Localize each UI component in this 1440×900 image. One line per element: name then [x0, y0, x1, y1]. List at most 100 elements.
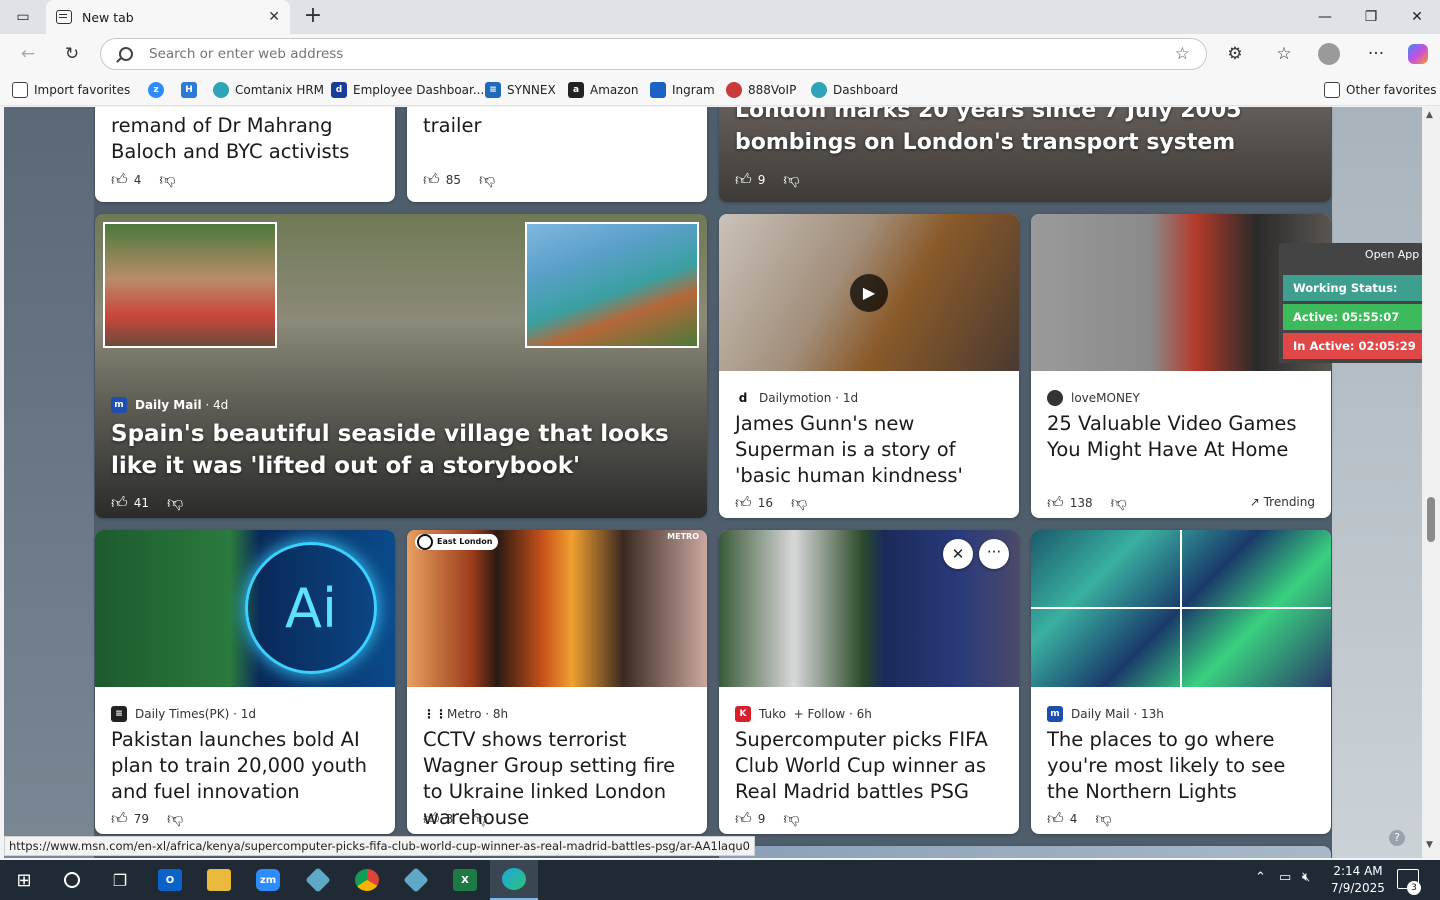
fav-amazon[interactable]: a Amazon: [568, 80, 639, 100]
network-icon[interactable]: ▭: [1279, 870, 1291, 885]
like-icon[interactable]: 👍︎: [423, 809, 440, 829]
news-card-northern-lights[interactable]: m Daily Mail · 13h The places to go where…: [1031, 530, 1331, 834]
app-diamond-2[interactable]: [392, 860, 440, 900]
fav-dashboard[interactable]: Dashboard: [811, 80, 898, 100]
card-title[interactable]: James Gunn's new Superman is a story of …: [735, 411, 1003, 489]
fav-ingram[interactable]: Ingram: [650, 80, 715, 100]
dislike-icon[interactable]: 👎︎: [167, 493, 183, 513]
page-scrollbar[interactable]: ▲ ▼: [1422, 107, 1440, 858]
news-card-pakistan-ai[interactable]: Ai ≡ Daily Times(PK) · 1d Pakistan launch…: [95, 530, 395, 834]
card-title[interactable]: Spain's beautiful seaside village that l…: [111, 418, 691, 482]
favorites-icon[interactable]: ☆: [1268, 38, 1300, 70]
task-view-button[interactable]: ❐: [96, 860, 144, 900]
card-title[interactable]: Supercomputer picks FIFA Club World Cup …: [735, 727, 1003, 805]
like-icon[interactable]: 👍︎: [111, 809, 128, 829]
fav-888voip[interactable]: 888VoIP: [726, 80, 796, 100]
scroll-down-icon[interactable]: ▼: [1426, 840, 1433, 850]
dailymotion-logo-icon: d: [735, 390, 751, 406]
dismiss-card-icon[interactable]: ✕: [943, 539, 973, 569]
dislike-icon[interactable]: 👎︎: [479, 170, 495, 190]
restore-icon[interactable]: ❐: [1348, 0, 1394, 34]
refresh-icon[interactable]: ↻: [56, 38, 88, 70]
file-explorer-app[interactable]: [195, 860, 243, 900]
fav-synnex[interactable]: ≡ SYNNEX: [485, 80, 556, 100]
news-card-cctv-wagner[interactable]: East London METRO ⋮⋮ Metro · 8h CCTV show…: [407, 530, 707, 834]
card-title[interactable]: 25 Valuable Video Games You Might Have A…: [1047, 411, 1315, 463]
fav-import-favorites[interactable]: Import favorites: [12, 80, 130, 100]
dislike-icon[interactable]: 👎︎: [1111, 493, 1127, 513]
tab-actions-icon[interactable]: ▭: [0, 0, 46, 34]
card-title[interactable]: Pakistan launches bold AI plan to train …: [111, 727, 379, 805]
like-icon[interactable]: 👍︎: [423, 170, 440, 190]
more-icon[interactable]: ···: [1360, 38, 1392, 70]
card-title[interactable]: remand of Dr Mahrang Baloch and BYC acti…: [111, 113, 379, 165]
dislike-icon[interactable]: 👎︎: [471, 809, 487, 829]
news-card-london-bombings[interactable]: London marks 20 years since 7 July 2005 …: [719, 107, 1331, 202]
like-icon[interactable]: 👍︎: [111, 170, 128, 190]
like-icon[interactable]: 👍︎: [1047, 493, 1064, 513]
follow-button[interactable]: + Follow: [794, 707, 846, 721]
close-tab-icon[interactable]: ✕: [268, 9, 280, 25]
news-card-superman[interactable]: ▶ d Dailymotion · 1d James Gunn's new Sup…: [719, 214, 1019, 518]
address-bar[interactable]: ☆: [100, 38, 1207, 70]
amazon-icon: a: [568, 82, 584, 98]
app-diamond-1[interactable]: [294, 860, 342, 900]
chrome-app[interactable]: [343, 860, 391, 900]
help-icon[interactable]: ?: [1389, 830, 1405, 846]
like-icon[interactable]: 👍︎: [735, 809, 752, 829]
outlook-app[interactable]: O: [146, 860, 194, 900]
fav-hr[interactable]: H: [181, 80, 203, 100]
dislike-icon[interactable]: 👎︎: [783, 809, 799, 829]
edge-app[interactable]: [490, 860, 538, 900]
show-hidden-icons[interactable]: ⌃: [1255, 870, 1266, 885]
fav-zoom[interactable]: z: [148, 80, 170, 100]
fav-other-favorites[interactable]: Other favorites: [1324, 80, 1437, 100]
scroll-thumb[interactable]: [1427, 497, 1435, 542]
add-favorite-icon[interactable]: ☆: [1175, 44, 1190, 64]
card-more-icon[interactable]: ···: [979, 539, 1009, 569]
tab-new-tab[interactable]: New tab ✕: [46, 0, 290, 34]
news-card-baloch[interactable]: remand of Dr Mahrang Baloch and BYC acti…: [95, 107, 395, 202]
fav-comtanix-hrm[interactable]: Comtanix HRM: [213, 80, 324, 100]
card-source: d Dailymotion · 1d: [735, 389, 858, 407]
news-card-spain-village[interactable]: m Daily Mail · 4d Spain's beautiful seasi…: [95, 214, 707, 518]
active-time-label: Active: 05:55:07: [1283, 304, 1434, 330]
dislike-icon[interactable]: 👎︎: [167, 809, 183, 829]
toolbar: ← ↻ ☆ ⚙ ☆ ···: [0, 34, 1440, 74]
extensions-icon[interactable]: ⚙: [1219, 38, 1251, 70]
dislike-icon[interactable]: 👎︎: [159, 170, 175, 190]
scroll-up-icon[interactable]: ▲: [1426, 110, 1433, 120]
news-feed[interactable]: remand of Dr Mahrang Baloch and BYC acti…: [4, 107, 1422, 858]
dislike-icon[interactable]: 👎︎: [791, 493, 807, 513]
card-title[interactable]: London marks 20 years since 7 July 2005 …: [735, 107, 1315, 159]
back-icon[interactable]: ←: [12, 38, 44, 70]
play-icon[interactable]: ▶: [850, 274, 888, 312]
like-icon[interactable]: 👍︎: [735, 493, 752, 513]
copilot-icon[interactable]: [1402, 38, 1434, 70]
address-input[interactable]: [149, 46, 1175, 62]
card-title[interactable]: The places to go where you're most likel…: [1047, 727, 1315, 805]
dislike-icon[interactable]: 👎︎: [783, 170, 799, 190]
news-card-partial[interactable]: [719, 846, 1331, 858]
profile-avatar[interactable]: [1313, 38, 1345, 70]
clock[interactable]: 2:14 AM 7/9/2025: [1325, 863, 1391, 897]
dislike-icon[interactable]: 👎︎: [1095, 809, 1111, 829]
close-window-icon[interactable]: ✕: [1394, 0, 1440, 34]
news-card-supercomputer-fifa[interactable]: ✕ ··· K Tuko + Follow · 6h Supercomputer …: [719, 530, 1019, 834]
like-icon[interactable]: 👍︎: [735, 170, 752, 190]
ai-logo: Ai: [245, 542, 377, 674]
like-icon[interactable]: 👍︎: [1047, 809, 1064, 829]
zoom-app[interactable]: zm: [244, 860, 292, 900]
fav-employee-dashboard[interactable]: d Employee Dashboar...: [331, 80, 484, 100]
volume-muted-icon[interactable]: 🔇︎: [1302, 870, 1310, 885]
new-tab-button[interactable]: +: [300, 4, 326, 30]
reactions: 👍︎ 85 👎︎: [423, 170, 496, 190]
minimize-icon[interactable]: —: [1302, 0, 1348, 34]
like-icon[interactable]: 👍︎: [111, 493, 128, 513]
excel-app[interactable]: X: [441, 860, 489, 900]
start-button[interactable]: ⊞: [0, 860, 48, 900]
news-card-trailer[interactable]: trailer 👍︎ 85 👎︎: [407, 107, 707, 202]
search-taskbar-button[interactable]: [48, 860, 96, 900]
card-title[interactable]: trailer: [423, 113, 691, 139]
dailytimes-logo-icon: ≡: [111, 706, 127, 722]
